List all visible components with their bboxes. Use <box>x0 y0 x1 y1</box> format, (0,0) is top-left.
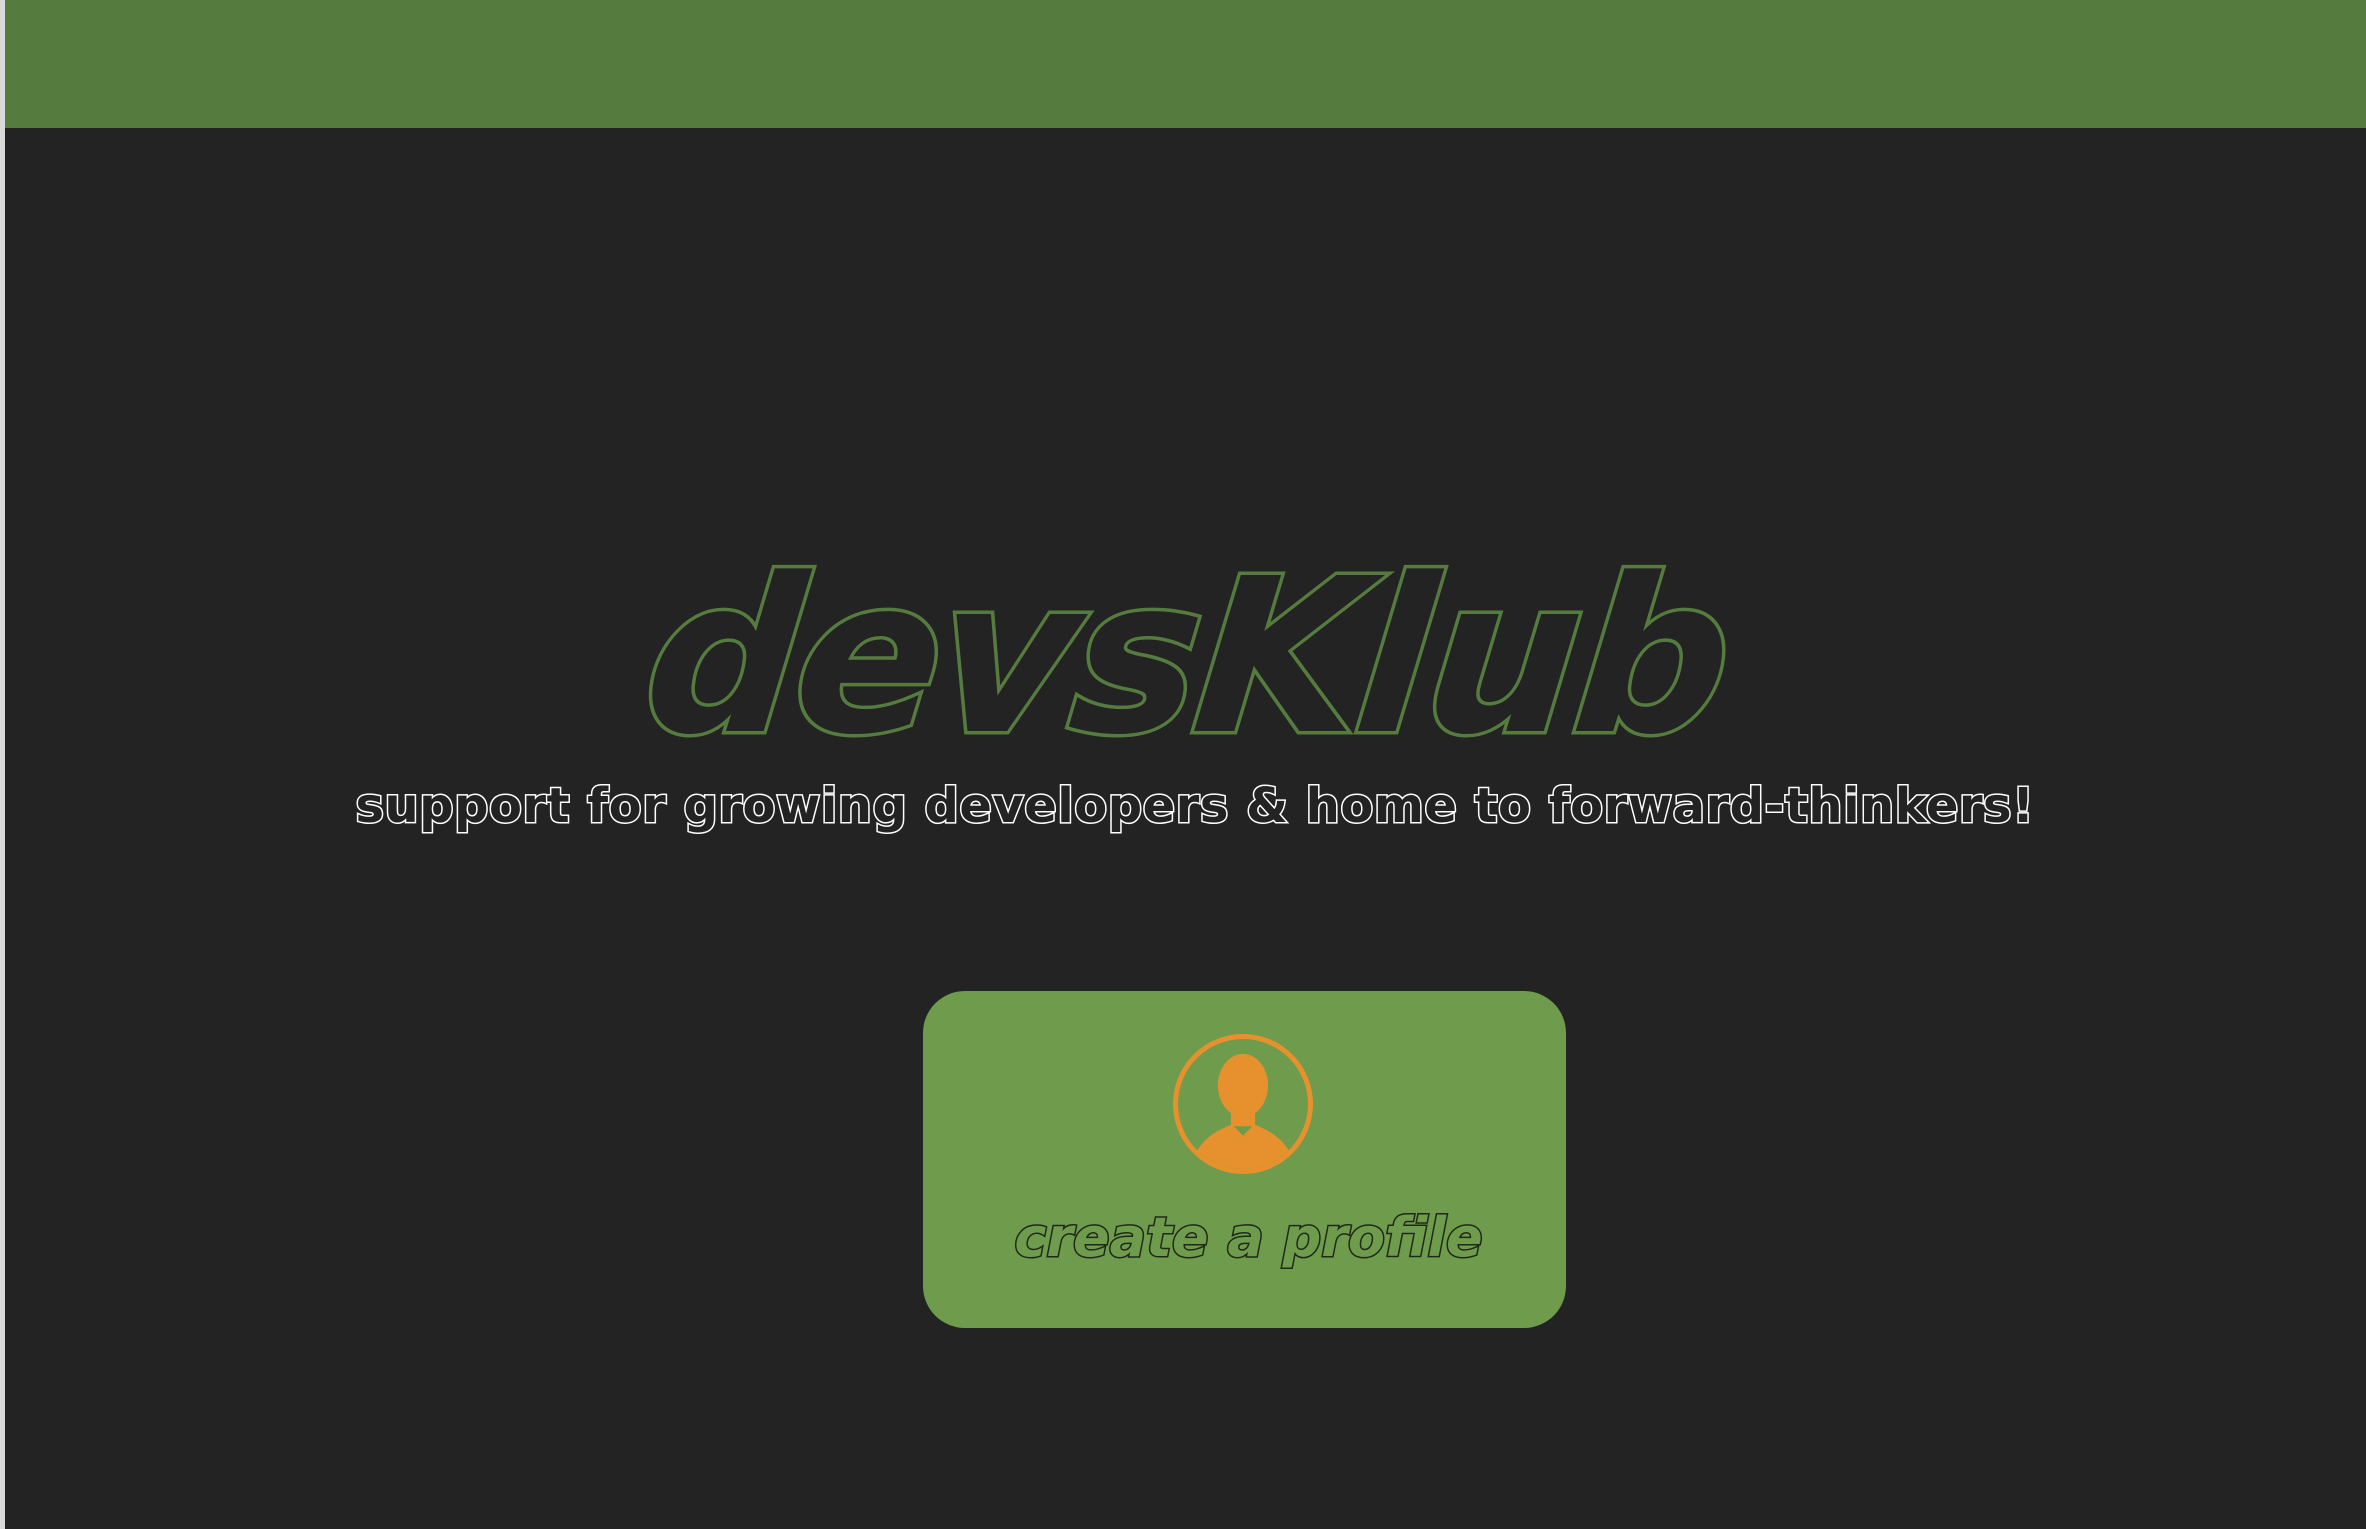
top-navigation-bar <box>5 0 2366 128</box>
user-avatar-icon <box>1173 1034 1313 1174</box>
page: devsKlub support for growing developers … <box>0 0 2366 1529</box>
brand-title: devsKlub <box>631 530 1742 786</box>
brand-tagline: support for growing developers & home to… <box>354 777 2036 836</box>
create-profile-label: create a profile <box>1013 1205 1484 1271</box>
create-profile-button[interactable]: create a profile <box>923 991 1566 1328</box>
